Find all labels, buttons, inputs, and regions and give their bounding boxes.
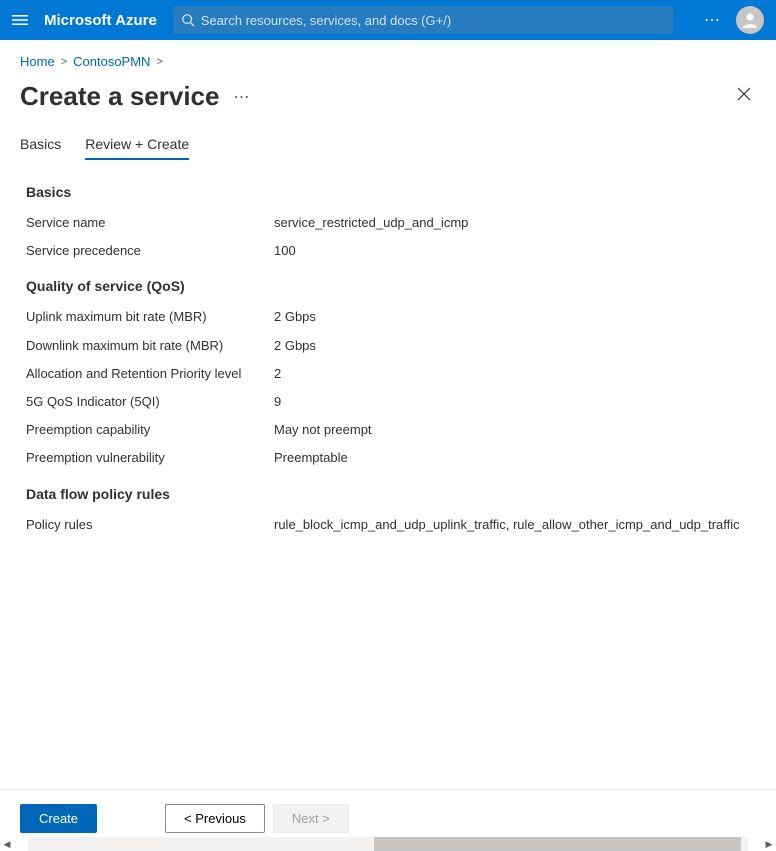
brand-label[interactable]: Microsoft Azure (44, 12, 157, 29)
field-row: Service precedence100 (26, 242, 750, 260)
footer-actions: Create < Previous Next > (0, 789, 776, 833)
field-value: 2 Gbps (274, 308, 316, 326)
hamburger-icon[interactable] (12, 12, 28, 28)
field-row: Preemption capabilityMay not preempt (26, 421, 750, 439)
scroll-right-icon[interactable]: ▶ (762, 839, 776, 850)
field-label: Uplink maximum bit rate (MBR) (26, 308, 274, 326)
field-label: Preemption capability (26, 421, 274, 439)
more-icon[interactable]: ⋯ (704, 10, 722, 30)
field-value: 100 (274, 242, 296, 260)
field-row: Preemption vulnerabilityPreemptable (26, 449, 750, 467)
search-input[interactable]: Search resources, services, and docs (G+… (173, 6, 673, 34)
field-value: Preemptable (274, 449, 348, 467)
breadcrumb-home[interactable]: Home (20, 54, 55, 69)
field-label: 5G QoS Indicator (5QI) (26, 393, 274, 411)
section-dataflow-heading: Data flow policy rules (26, 486, 750, 502)
field-value: service_restricted_udp_and_icmp (274, 214, 468, 232)
chevron-right-icon: > (156, 56, 162, 68)
field-value: 9 (274, 393, 281, 411)
scroll-track[interactable] (28, 837, 748, 851)
field-row: Policy rulesrule_block_icmp_and_udp_upli… (26, 516, 750, 534)
search-placeholder: Search resources, services, and docs (G+… (201, 13, 451, 28)
search-icon (181, 13, 195, 27)
tab-basics[interactable]: Basics (20, 128, 61, 160)
avatar[interactable] (736, 6, 764, 34)
page-title: Create a service (20, 81, 219, 112)
section-basics-heading: Basics (26, 184, 750, 200)
field-value: 2 (274, 365, 281, 383)
previous-button[interactable]: < Previous (165, 804, 265, 833)
field-row: 5G QoS Indicator (5QI)9 (26, 393, 750, 411)
breadcrumb: Home > ContosoPMN > (0, 40, 776, 77)
tab-review-create[interactable]: Review + Create (85, 128, 189, 160)
field-row: Service nameservice_restricted_udp_and_i… (26, 214, 750, 232)
close-button[interactable] (732, 82, 756, 111)
title-more-icon[interactable]: ⋯ (233, 87, 250, 107)
field-value: May not preempt (274, 421, 372, 439)
field-label: Service name (26, 214, 274, 232)
chevron-right-icon: > (61, 56, 67, 68)
horizontal-scrollbar[interactable]: ◀ ▶ (0, 837, 776, 851)
field-row: Uplink maximum bit rate (MBR)2 Gbps (26, 308, 750, 326)
next-button: Next > (273, 804, 349, 833)
scroll-thumb[interactable] (374, 837, 741, 851)
field-value: rule_block_icmp_and_udp_uplink_traffic, … (274, 516, 740, 534)
breadcrumb-contosopmn[interactable]: ContosoPMN (73, 54, 150, 69)
create-button[interactable]: Create (20, 804, 97, 833)
review-content: Basics Service nameservice_restricted_ud… (0, 184, 776, 534)
field-row: Downlink maximum bit rate (MBR)2 Gbps (26, 337, 750, 355)
field-label: Preemption vulnerability (26, 449, 274, 467)
field-label: Downlink maximum bit rate (MBR) (26, 337, 274, 355)
section-qos-heading: Quality of service (QoS) (26, 278, 750, 294)
field-value: 2 Gbps (274, 337, 316, 355)
field-row: Allocation and Retention Priority level2 (26, 365, 750, 383)
field-label: Service precedence (26, 242, 274, 260)
field-label: Allocation and Retention Priority level (26, 365, 274, 383)
scroll-left-icon[interactable]: ◀ (0, 839, 14, 850)
field-label: Policy rules (26, 516, 274, 534)
top-bar: Microsoft Azure Search resources, servic… (0, 0, 776, 40)
tab-bar: Basics Review + Create (0, 128, 776, 160)
